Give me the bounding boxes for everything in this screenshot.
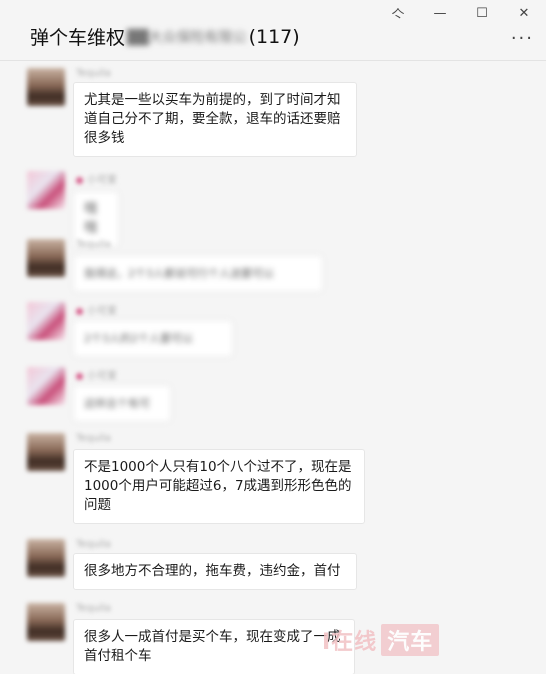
- avatar[interactable]: [27, 302, 65, 340]
- watermark-badge: 汽车: [381, 624, 440, 656]
- maximize-icon[interactable]: ☐: [474, 6, 490, 21]
- more-options-icon[interactable]: ···: [511, 28, 534, 49]
- minimize-icon[interactable]: —: [432, 6, 448, 21]
- watermark: I在线 汽车: [322, 624, 440, 656]
- member-count: (117): [248, 25, 300, 48]
- watermark-text: I在线: [322, 630, 378, 655]
- avatar[interactable]: [27, 68, 65, 106]
- sender-nickname: Tequila: [76, 239, 111, 250]
- message-bubble[interactable]: 很多人一成首付是买个车，现在变成了一成首付租个车: [73, 619, 355, 674]
- avatar[interactable]: [27, 239, 65, 277]
- chat-title: 弹个车维权 ██大众保险有限公 (117): [30, 23, 300, 50]
- sender-nickname: Tequila: [76, 603, 111, 614]
- avatar[interactable]: [27, 433, 65, 471]
- message-bubble[interactable]: 不是1000个人只有10个八个过不了，现在是1000个用户可能超过6，7成遇到形…: [73, 449, 365, 524]
- avatar[interactable]: [27, 171, 65, 209]
- message-bubble[interactable]: 尤其是一些以买车为前提的，到了时间才知道自己分不了期，要全款，退车的话还要赔很多…: [73, 82, 357, 157]
- sender-nickname: 小可爱: [76, 171, 117, 186]
- group-name: 弹个车维权: [30, 27, 126, 49]
- avatar[interactable]: [27, 367, 65, 405]
- message-bubble[interactable]: 这样总个有可: [73, 385, 171, 422]
- sender-nickname: 小可爱: [76, 302, 117, 317]
- sender-nickname: Tequila: [76, 68, 111, 79]
- sender-nickname: Tequila: [76, 433, 111, 444]
- close-icon[interactable]: ✕: [516, 6, 532, 21]
- group-name-blurred: ██大众保险有限公: [127, 29, 247, 46]
- avatar[interactable]: [27, 539, 65, 577]
- pin-icon[interactable]: 亽: [390, 4, 406, 23]
- message-bubble[interactable]: 2个3人的2个人要可以: [73, 320, 233, 357]
- message-bubble[interactable]: 很多地方不合理的，拖车费，违约金，首付: [73, 553, 357, 590]
- window-controls: 亽 — ☐ ✕: [390, 2, 532, 24]
- avatar[interactable]: [27, 603, 65, 641]
- chat-message-list[interactable]: Tequila 尤其是一些以买车为前提的，到了时间才知道自己分不了期，要全款，退…: [0, 61, 546, 674]
- sender-nickname: Tequila: [76, 539, 111, 550]
- sender-nickname: 小可爱: [76, 367, 117, 382]
- message-bubble[interactable]: 我得这，2个3人都说可行个人送要可以: [73, 255, 323, 292]
